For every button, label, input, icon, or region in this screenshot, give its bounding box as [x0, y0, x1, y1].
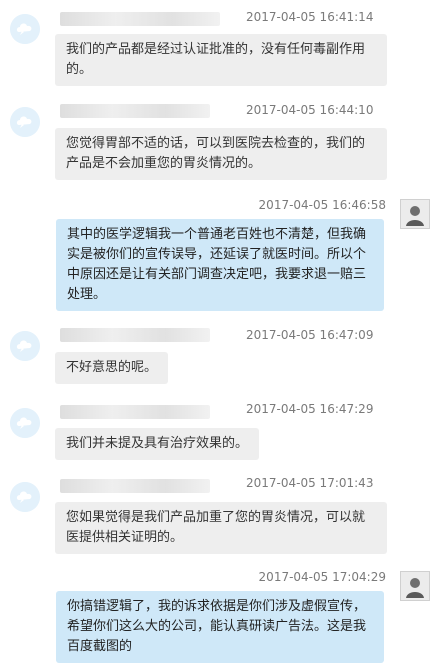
message-timestamp: 2017-04-05 16:44:10	[246, 103, 374, 117]
message-bubble: 我们的产品都是经过认证批准的，没有任何毒副作用的。	[55, 34, 387, 86]
agent-avatar	[10, 14, 40, 44]
agent-avatar	[10, 107, 40, 137]
message-bubble: 您觉得胃部不适的话，可以到医院去检查的，我们的产品是不会加重您的胃炎情况的。	[55, 128, 387, 180]
message-bubble: 我们并未提及具有治疗效果的。	[55, 428, 260, 460]
agent-name-redacted	[60, 12, 220, 26]
message-timestamp: 2017-04-05 17:01:43	[246, 476, 374, 490]
agent-name-redacted	[60, 479, 210, 493]
user-photo-icon	[401, 572, 429, 600]
agent-avatar	[10, 482, 40, 512]
cloud-chat-icon	[10, 107, 40, 137]
user-avatar	[400, 199, 430, 229]
message-timestamp: 2017-04-05 16:41:14	[246, 10, 374, 24]
message-timestamp: 2017-04-05 16:47:29	[246, 402, 374, 416]
agent-avatar	[10, 408, 40, 438]
agent-name-redacted	[60, 328, 210, 342]
message-bubble: 不好意思的呢。	[55, 352, 169, 384]
cloud-chat-icon	[10, 14, 40, 44]
cloud-chat-icon	[10, 408, 40, 438]
agent-name-redacted	[60, 104, 210, 118]
agent-avatar	[10, 331, 40, 361]
user-avatar	[400, 571, 430, 601]
message-bubble: 您如果觉得是我们产品加重了您的胃炎情况，可以就医提供相关证明的。	[55, 502, 387, 554]
message-timestamp: 2017-04-05 17:04:29	[258, 570, 386, 584]
cloud-chat-icon	[10, 482, 40, 512]
message-timestamp: 2017-04-05 16:46:58	[258, 198, 386, 212]
agent-name-redacted	[60, 405, 210, 419]
message-timestamp: 2017-04-05 16:47:09	[246, 328, 374, 342]
cloud-chat-icon	[10, 331, 40, 361]
message-bubble: 其中的医学逻辑我一个普通老百姓也不清楚，但我确实是被你们的宣传误导，还延误了就医…	[56, 219, 384, 311]
user-photo-icon	[401, 200, 429, 228]
message-bubble: 你搞错逻辑了，我的诉求依据是你们涉及虚假宣传，希望你们这么大的公司，能认真研读广…	[56, 591, 384, 663]
